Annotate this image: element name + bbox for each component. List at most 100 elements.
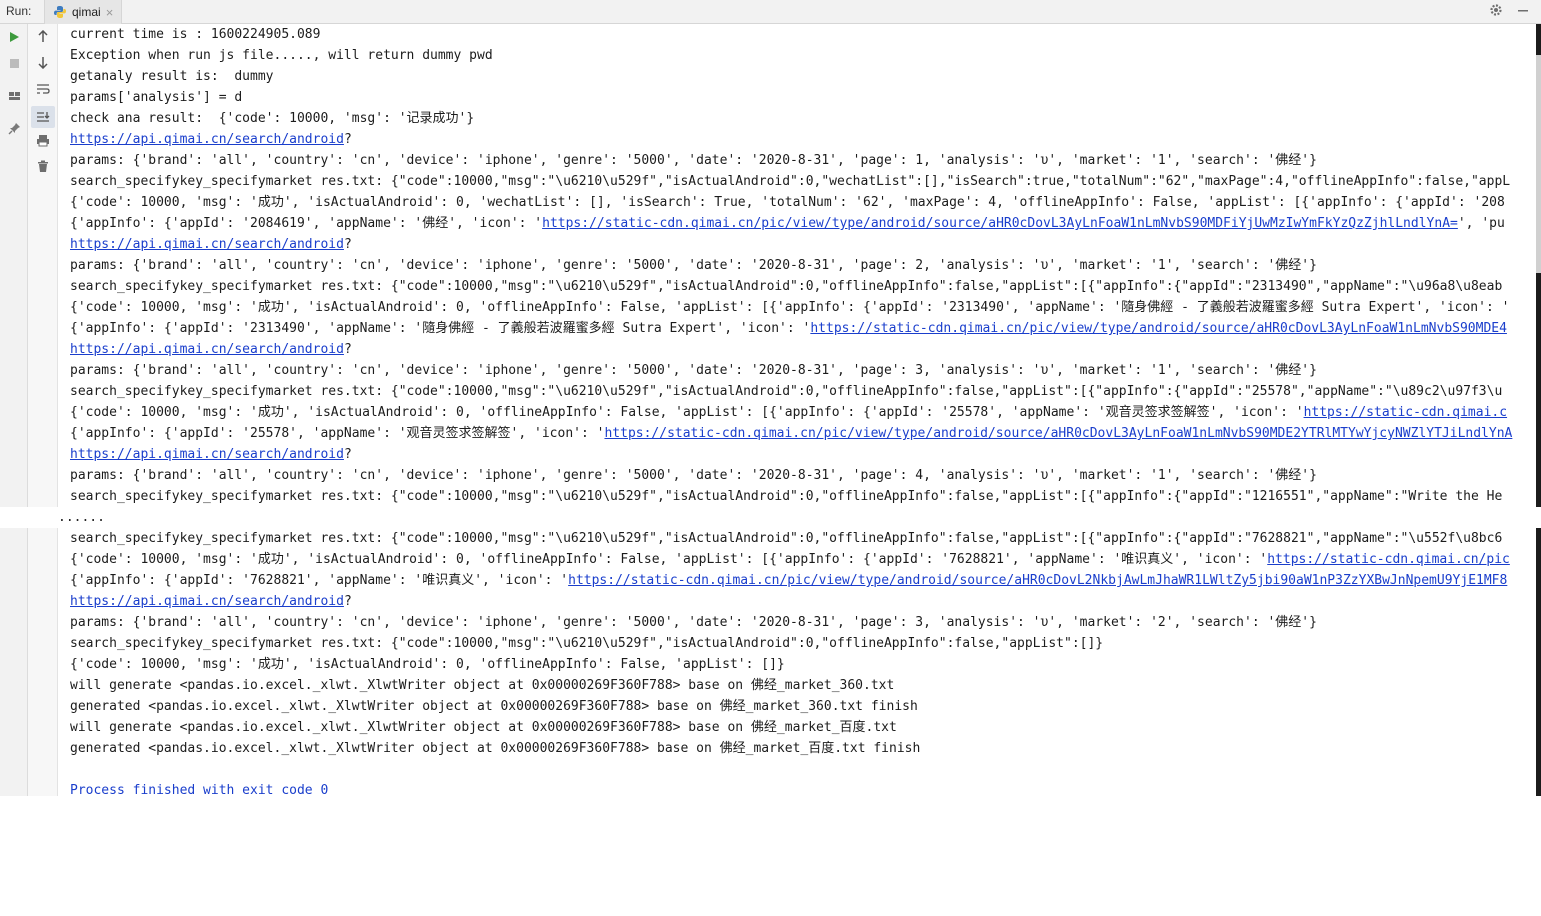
console-text: ? bbox=[343, 237, 352, 252]
console-link[interactable]: https://static-cdn.qimai.c bbox=[1304, 405, 1508, 420]
console-line: Exception when run js file....., will re… bbox=[70, 45, 1535, 66]
minimize-icon[interactable] bbox=[1514, 3, 1532, 21]
console-line: search_specifykey_specifymarket res.txt:… bbox=[70, 486, 1535, 507]
gear-icon[interactable] bbox=[1487, 3, 1505, 21]
console-text: ? bbox=[343, 342, 352, 357]
stop-square-icon bbox=[9, 59, 19, 68]
tab-qimai[interactable]: qimai × bbox=[44, 0, 123, 24]
python-icon bbox=[54, 6, 66, 18]
console-link[interactable]: https://api.qimai.cn/search/android bbox=[70, 132, 344, 147]
console-text: generated <pandas.io.excel._xlwt._XlwtWr… bbox=[70, 741, 921, 756]
console-text: search_specifykey_specifymarket res.txt:… bbox=[70, 636, 1104, 651]
console-text: {'code': 10000, 'msg': '成功', 'isActualAn… bbox=[70, 552, 1268, 567]
console-line: https://api.qimai.cn/search/android? bbox=[70, 444, 1535, 465]
console-text: getanaly result is: dummy bbox=[70, 69, 274, 84]
console-line: params: {'brand': 'all', 'country': 'cn'… bbox=[70, 360, 1535, 381]
console-link[interactable]: https://static-cdn.qimai.cn/pic bbox=[1267, 552, 1510, 567]
console-text: params: {'brand': 'all', 'country': 'cn'… bbox=[70, 258, 1317, 273]
console-link[interactable]: https://static-cdn.qimai.cn/pic/view/typ… bbox=[604, 426, 1512, 441]
soft-wrap-icon[interactable] bbox=[33, 81, 53, 101]
minimize-icon-svg bbox=[1518, 10, 1528, 12]
console-text: params: {'brand': 'all', 'country': 'cn'… bbox=[70, 153, 1317, 168]
console-text: {'code': 10000, 'msg': '成功', 'isActualAn… bbox=[70, 300, 1510, 315]
run-toolbar-header: Run: qimai × bbox=[0, 0, 1541, 24]
console-text: generated <pandas.io.excel._xlwt._XlwtWr… bbox=[70, 699, 918, 714]
console-line: generated <pandas.io.excel._xlwt._XlwtWr… bbox=[70, 696, 1535, 717]
console-line: params: {'brand': 'all', 'country': 'cn'… bbox=[70, 465, 1535, 486]
down-arrow-icon[interactable] bbox=[33, 55, 53, 75]
console-link[interactable]: https://api.qimai.cn/search/android bbox=[70, 342, 344, 357]
console-output-top[interactable]: current time is : 1600224905.089 Exceptio… bbox=[70, 24, 1535, 507]
console-section-top: current time is : 1600224905.089 Exceptio… bbox=[0, 24, 1541, 507]
up-arrow-svg bbox=[38, 29, 48, 42]
process-exit-message: Process finished with exit code 0 bbox=[70, 783, 329, 796]
console-line: check ana result: {'code': 10000, 'msg':… bbox=[70, 108, 1535, 129]
console-line: params: {'brand': 'all', 'country': 'cn'… bbox=[70, 612, 1535, 633]
console-link[interactable]: https://api.qimai.cn/search/android bbox=[70, 237, 344, 252]
console-section-bottom: search_specifykey_specifymarket res.txt:… bbox=[0, 528, 1541, 796]
console-line: search_specifykey_specifymarket res.txt:… bbox=[70, 381, 1535, 402]
console-line: {'code': 10000, 'msg': '成功', 'isActualAn… bbox=[70, 654, 1535, 675]
console-text: {'code': 10000, 'msg': '成功', 'isActualAn… bbox=[70, 405, 1304, 420]
rerun-icon[interactable] bbox=[4, 29, 24, 49]
console-link[interactable]: https://static-cdn.qimai.cn/pic/view/typ… bbox=[810, 321, 1507, 336]
console-link[interactable]: https://static-cdn.qimai.cn/pic/view/typ… bbox=[568, 573, 1507, 588]
trash-icon[interactable] bbox=[33, 159, 53, 179]
console-line: https://api.qimai.cn/search/android? bbox=[70, 339, 1535, 360]
console-text: search_specifykey_specifymarket res.txt:… bbox=[70, 384, 1503, 399]
console-text: search_specifykey_specifymarket res.txt:… bbox=[70, 174, 1511, 189]
restore-layout-icon bbox=[8, 92, 20, 100]
console-text: will generate <pandas.io.excel._xlwt._Xl… bbox=[70, 678, 895, 693]
console-text: ? bbox=[343, 132, 352, 147]
tab-qimai-label: qimai bbox=[72, 5, 101, 19]
console-text: check ana result: {'code': 10000, 'msg':… bbox=[70, 111, 475, 126]
console-text: search_specifykey_specifymarket res.txt:… bbox=[70, 489, 1503, 504]
play-icon bbox=[10, 32, 19, 42]
console-line: https://api.qimai.cn/search/android? bbox=[70, 591, 1535, 612]
layout-icon[interactable] bbox=[4, 88, 24, 108]
console-line: search_specifykey_specifymarket res.txt:… bbox=[70, 276, 1535, 297]
soft-wrap-svg bbox=[37, 84, 50, 94]
console-text: ', 'pu bbox=[1457, 216, 1505, 231]
trash-svg bbox=[38, 160, 48, 172]
console-line: https://api.qimai.cn/search/android? bbox=[70, 234, 1535, 255]
console-link[interactable]: https://api.qimai.cn/search/android bbox=[70, 447, 344, 462]
console-text: params: {'brand': 'all', 'country': 'cn'… bbox=[70, 363, 1317, 378]
up-arrow-icon[interactable] bbox=[33, 29, 53, 49]
console-text: {'code': 10000, 'msg': '成功', 'isActualAn… bbox=[70, 657, 785, 672]
print-icon[interactable] bbox=[33, 133, 53, 153]
console-text: {'appInfo': {'appId': '2084619', 'appNam… bbox=[70, 216, 543, 231]
console-line: {'code': 10000, 'msg': '成功', 'isActualAn… bbox=[70, 549, 1535, 570]
scrollbar-bottom[interactable] bbox=[1536, 528, 1541, 796]
console-text: ? bbox=[343, 594, 352, 609]
scrollbar-thumb-top[interactable] bbox=[1536, 55, 1541, 273]
console-text: Exception when run js file....., will re… bbox=[70, 48, 493, 63]
console-text: {'appInfo': {'appId': '25578', 'appName'… bbox=[70, 426, 605, 441]
console-link[interactable]: https://api.qimai.cn/search/android bbox=[70, 594, 344, 609]
scrollbar-top[interactable] bbox=[1536, 24, 1541, 507]
console-text: search_specifykey_specifymarket res.txt:… bbox=[70, 531, 1503, 546]
console-line: {'code': 10000, 'msg': '成功', 'isActualAn… bbox=[70, 192, 1535, 213]
console-line: search_specifykey_specifymarket res.txt:… bbox=[70, 633, 1535, 654]
console-text: params: {'brand': 'all', 'country': 'cn'… bbox=[70, 468, 1317, 483]
console-line: {'code': 10000, 'msg': '成功', 'isActualAn… bbox=[70, 402, 1535, 423]
console-line: generated <pandas.io.excel._xlwt._XlwtWr… bbox=[70, 738, 1535, 759]
down-arrow-svg bbox=[38, 57, 48, 70]
console-link[interactable]: https://static-cdn.qimai.cn/pic/view/typ… bbox=[542, 216, 1458, 231]
close-icon[interactable]: × bbox=[106, 5, 114, 20]
console-line: {'appInfo': {'appId': '7628821', 'appNam… bbox=[70, 570, 1535, 591]
console-line: https://api.qimai.cn/search/android? bbox=[70, 129, 1535, 150]
console-text: {'appInfo': {'appId': '2313490', 'appNam… bbox=[70, 321, 811, 336]
scroll-to-end-icon[interactable] bbox=[31, 106, 55, 128]
console-text: params: {'brand': 'all', 'country': 'cn'… bbox=[70, 615, 1317, 630]
console-text: current time is : 1600224905.089 bbox=[70, 27, 321, 42]
stop-icon[interactable] bbox=[4, 55, 24, 75]
console-line: Process finished with exit code 0 bbox=[70, 780, 1535, 796]
console-output-bottom[interactable]: search_specifykey_specifymarket res.txt:… bbox=[70, 528, 1535, 796]
console-text: {'appInfo': {'appId': '7628821', 'appNam… bbox=[70, 573, 569, 588]
console-line: search_specifykey_specifymarket res.txt:… bbox=[70, 528, 1535, 549]
console-text: {'code': 10000, 'msg': '成功', 'isActualAn… bbox=[70, 195, 1505, 210]
run-label: Run: bbox=[6, 4, 32, 18]
pin-icon[interactable] bbox=[4, 121, 24, 141]
